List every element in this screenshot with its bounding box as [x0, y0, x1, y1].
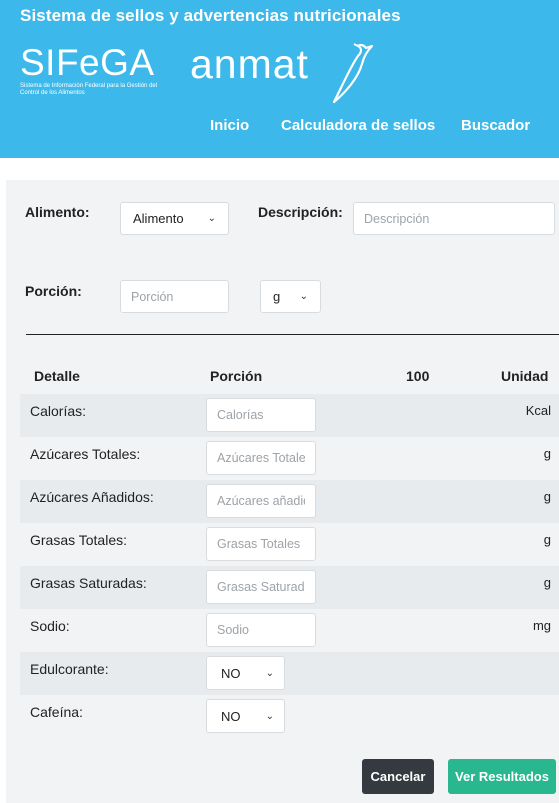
porcion-label: Porción:: [25, 283, 82, 299]
sodio-input[interactable]: [206, 613, 316, 647]
row-label: Grasas Totales:: [30, 532, 128, 548]
table-row: Edulcorante: NO ⌄: [20, 652, 559, 695]
chevron-down-icon: ⌄: [265, 667, 274, 679]
divider: [26, 334, 559, 335]
row-label: Azúcares Añadidos:: [30, 489, 154, 505]
table-row: Azúcares Totales: g: [20, 437, 559, 480]
app-header: Sistema de sellos y advertencias nutrici…: [0, 0, 559, 158]
sifega-logo-text: SIFeGA: [20, 42, 155, 83]
header-unidad: Unidad: [501, 368, 549, 384]
nav-item-calculadora[interactable]: Calculadora de sellos: [281, 117, 435, 134]
alimento-label: Alimento:: [25, 204, 90, 220]
table-row: Calorías: Kcal: [20, 394, 559, 437]
anmat-logo: anmat: [190, 41, 375, 108]
table-row: Grasas Saturadas: g: [20, 566, 559, 609]
azucares-anadidos-input[interactable]: [206, 484, 316, 518]
descripcion-input[interactable]: [353, 202, 555, 235]
header-100: 100: [406, 368, 430, 384]
row-unit: g: [543, 489, 551, 504]
calculator-panel: Alimento: Alimento ⌄ Descripción: Porció…: [6, 180, 559, 803]
sifega-subtitle: Sistema de Información Federal para la G…: [20, 83, 158, 96]
anmat-logo-text: anmat: [190, 41, 309, 87]
row-unit: mg: [532, 618, 551, 633]
row-unit: Kcal: [525, 403, 551, 418]
row-label: Azúcares Totales:: [30, 446, 141, 462]
descripcion-label: Descripción:: [258, 204, 343, 220]
azucares-totales-input[interactable]: [206, 441, 316, 475]
header-porcion: Porción: [210, 368, 263, 384]
row-label: Edulcorante:: [30, 661, 109, 677]
row-label: Sodio:: [30, 618, 70, 634]
table-row: Grasas Totales: g: [20, 523, 559, 566]
porcion-input[interactable]: [120, 280, 229, 313]
alimento-select[interactable]: Alimento ⌄: [120, 202, 229, 235]
row-unit: g: [543, 446, 551, 461]
alimento-select-value: Alimento: [133, 211, 184, 226]
edulcorante-select[interactable]: NO ⌄: [206, 656, 285, 690]
sifega-logo: SIFeGA Sistema de Información Federal pa…: [20, 44, 160, 97]
nav-item-inicio[interactable]: Inicio: [210, 117, 249, 134]
anmat-bird-icon: [332, 43, 374, 104]
unit-select-value: g: [273, 289, 281, 304]
table-row: Cafeína: NO ⌄: [20, 695, 559, 738]
calorias-input[interactable]: [206, 398, 316, 432]
row-unit: g: [543, 532, 551, 547]
grasas-saturadas-input[interactable]: [206, 570, 316, 604]
cafeina-select-value: NO: [221, 708, 241, 724]
ver-resultados-button[interactable]: Ver Resultados: [448, 759, 556, 794]
row-label: Grasas Saturadas:: [30, 575, 147, 591]
chevron-down-icon: ⌄: [299, 291, 308, 302]
chevron-down-icon: ⌄: [207, 213, 216, 224]
cancel-button[interactable]: Cancelar: [362, 759, 434, 794]
row-label: Cafeína:: [30, 704, 83, 720]
table-row: Azúcares Añadidos: g: [20, 480, 559, 523]
table-row: Sodio: mg: [20, 609, 559, 652]
cafeina-select[interactable]: NO ⌄: [206, 699, 285, 733]
chevron-down-icon: ⌄: [265, 710, 274, 722]
header-detalle: Detalle: [34, 368, 80, 384]
edulcorante-select-value: NO: [221, 665, 241, 681]
unit-select[interactable]: g ⌄: [260, 280, 321, 313]
page-title: Sistema de sellos y advertencias nutrici…: [20, 6, 401, 25]
nav-item-buscador[interactable]: Buscador: [461, 117, 530, 134]
grasas-totales-input[interactable]: [206, 527, 316, 561]
row-label: Calorías:: [30, 403, 87, 419]
row-unit: g: [543, 575, 551, 590]
